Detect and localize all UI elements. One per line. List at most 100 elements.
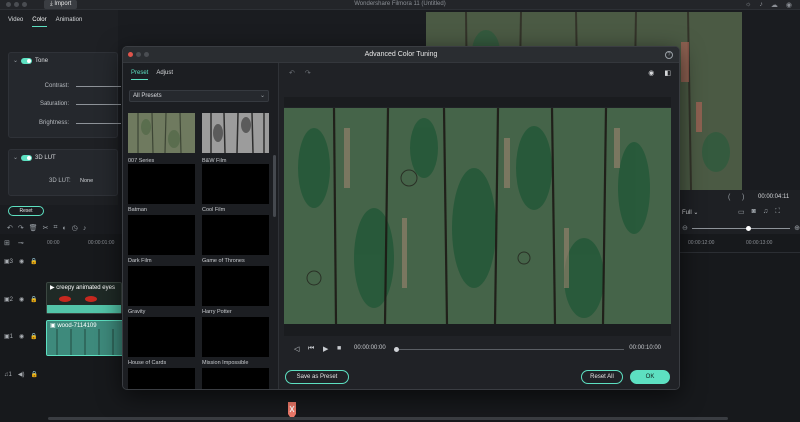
speed-icon[interactable]: ◷: [72, 224, 78, 232]
chevron-down-icon[interactable]: ⌄: [13, 154, 18, 161]
preset-item[interactable]: 007 Series: [128, 112, 195, 164]
timeline-clip-creepy-eyes[interactable]: ▶ creepy animated eyes: [46, 282, 122, 314]
ok-button[interactable]: OK: [630, 370, 670, 384]
video-track-icon: ▣2: [4, 297, 14, 303]
brightness-slider[interactable]: [76, 123, 121, 124]
prev-frame-icon[interactable]: ⏮: [308, 345, 314, 353]
zoom-slider-row: ⊖ ⊕: [682, 224, 800, 232]
import-button[interactable]: ⤓ Import: [44, 0, 78, 9]
preset-item[interactable]: House of Cards: [128, 317, 195, 366]
preset-thumbnail: [202, 112, 269, 154]
compare-icon[interactable]: ◧: [664, 69, 671, 77]
tone-section: ⌄ Tone Contrast: Saturation: Brightness:: [8, 52, 121, 138]
lut-select[interactable]: None: [80, 178, 93, 184]
timeline-clip-wood[interactable]: ▣ wood-7114109: [46, 320, 124, 356]
help-icon[interactable]: ?: [665, 51, 673, 59]
eye-icon[interactable]: ◉: [19, 296, 24, 303]
redo-icon[interactable]: ↷: [305, 69, 311, 77]
play-icon[interactable]: ▶: [323, 345, 328, 353]
step-back-icon[interactable]: ◁: [294, 345, 299, 353]
tone-toggle[interactable]: [21, 57, 33, 64]
reset-button[interactable]: Reset: [8, 206, 44, 216]
preset-item[interactable]: Batman: [128, 164, 195, 213]
preset-item[interactable]: Cool Film: [202, 164, 269, 213]
saturation-slider[interactable]: [76, 104, 121, 105]
preset-name: Cool Film: [202, 207, 226, 213]
preset-item[interactable]: [128, 368, 195, 389]
ruler-divider: [680, 252, 800, 253]
zoom-in-icon[interactable]: ⊕: [794, 224, 800, 232]
speaker-icon[interactable]: ◀): [18, 371, 25, 378]
track-header-1: ▣1 ◉ 🔒: [4, 333, 38, 340]
clip-audio-bar: [47, 305, 121, 313]
playback-scrubber[interactable]: [396, 349, 624, 350]
reset-all-button[interactable]: Reset All: [581, 370, 623, 384]
redo-icon[interactable]: ↷: [18, 224, 24, 232]
lock-icon[interactable]: 🔒: [30, 258, 37, 265]
lut-toggle[interactable]: [21, 154, 33, 161]
preview-timecode: 00:00:04:11: [758, 194, 790, 200]
preset-thumbnail: [202, 215, 269, 255]
preset-filter-dropdown[interactable]: All Presets ⌄: [129, 90, 269, 102]
preset-item[interactable]: Dark Film: [128, 215, 195, 264]
preset-item[interactable]: [202, 368, 269, 389]
stop-icon[interactable]: ■: [337, 345, 341, 352]
minimize-light-icon[interactable]: [14, 2, 19, 7]
eye-icon[interactable]: ◉: [648, 69, 654, 77]
timeline-scrollbar[interactable]: [48, 417, 728, 420]
dialog-title-bar: Advanced Color Tuning ?: [123, 47, 679, 63]
cut-icon[interactable]: ✂: [43, 224, 49, 232]
contrast-slider[interactable]: [76, 86, 121, 87]
preset-item[interactable]: Mission Impossible: [202, 317, 269, 366]
preset-item[interactable]: Gravity: [128, 266, 195, 315]
eye-icon[interactable]: ◉: [19, 258, 24, 265]
preset-panel: Preset Adjust All Presets ⌄ 007 Series B…: [123, 63, 279, 389]
preset-thumbnail: [202, 368, 269, 389]
preset-scrollbar[interactable]: [273, 155, 276, 217]
clip-title: ▶ creepy animated eyes: [50, 285, 115, 291]
audio-icon[interactable]: ♪: [83, 225, 87, 232]
link-icon[interactable]: ⊸: [18, 239, 24, 247]
monitor-icon[interactable]: ▭: [738, 208, 745, 216]
cloud-icon[interactable]: ☁: [771, 1, 778, 9]
tab-adjust[interactable]: Adjust: [156, 70, 173, 80]
close-light-icon[interactable]: [6, 2, 11, 7]
next-frame-icon[interactable]: ): [742, 194, 744, 201]
account-icon[interactable]: ◉: [786, 1, 792, 9]
color-icon[interactable]: ◐: [62, 225, 66, 232]
zoom-light-icon[interactable]: [22, 2, 27, 7]
lock-icon[interactable]: 🔒: [30, 333, 37, 340]
window-controls[interactable]: [6, 2, 27, 7]
zoom-select[interactable]: Full ⌄: [682, 209, 698, 216]
prev-frame-icon[interactable]: (: [728, 194, 730, 201]
lut-title: 3D LUT: [35, 154, 56, 161]
tab-video[interactable]: Video: [8, 17, 23, 27]
eye-icon[interactable]: ◉: [19, 333, 24, 340]
preset-item[interactable]: Harry Potter: [202, 266, 269, 315]
zoom-knob[interactable]: [745, 225, 751, 231]
volume-icon[interactable]: ♫: [763, 208, 768, 216]
audio-track-header-1: ♫1 ◀) 🔒: [4, 371, 38, 379]
tab-animation[interactable]: Animation: [56, 17, 83, 27]
lightbulb-icon[interactable]: ☼: [745, 1, 751, 9]
add-track-icon[interactable]: ⊞: [4, 239, 10, 247]
lock-icon[interactable]: 🔒: [30, 296, 37, 303]
preset-item[interactable]: B&W Film: [202, 112, 269, 164]
timeline-zoom-slider[interactable]: [691, 225, 791, 231]
scrubber-knob[interactable]: [394, 347, 399, 352]
save-as-preset-button[interactable]: Save as Preset: [285, 370, 349, 384]
dialog-footer: Save as Preset Reset All OK: [279, 368, 679, 389]
fullscreen-icon[interactable]: ⛶: [775, 208, 780, 216]
undo-icon[interactable]: ↶: [289, 69, 295, 77]
tab-color[interactable]: Color: [32, 17, 47, 27]
notification-icon[interactable]: ♪: [759, 1, 763, 9]
chevron-down-icon[interactable]: ⌄: [13, 57, 18, 64]
tab-preset[interactable]: Preset: [131, 70, 149, 80]
zoom-out-icon[interactable]: ⊖: [682, 224, 688, 232]
delete-icon[interactable]: 🗑: [29, 224, 38, 232]
camera-icon[interactable]: ◙: [752, 208, 756, 216]
preset-item[interactable]: Game of Thrones: [202, 215, 269, 264]
undo-icon[interactable]: ↶: [7, 224, 13, 232]
lock-icon[interactable]: 🔒: [30, 371, 37, 378]
crop-icon[interactable]: ⌗: [54, 224, 58, 232]
